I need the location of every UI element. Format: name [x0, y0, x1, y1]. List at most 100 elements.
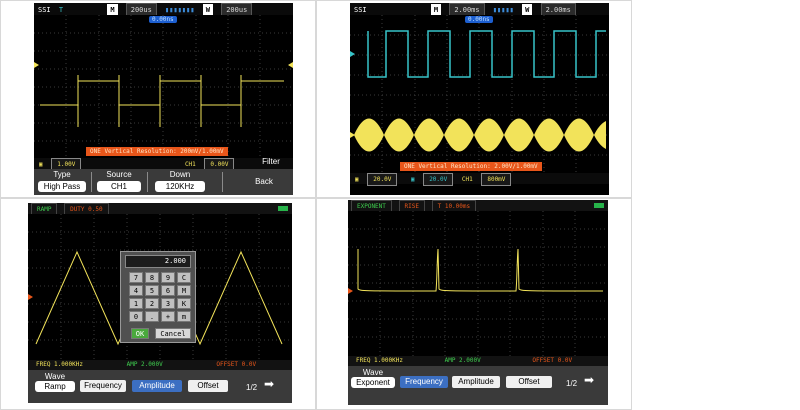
back-label: Back	[255, 177, 273, 186]
ch1-marker-icon[interactable]	[350, 132, 355, 138]
keypad-key[interactable]: 1	[129, 298, 143, 309]
back-softkey[interactable]: Back	[239, 177, 289, 186]
trigger-position-indicator: 0.00ns	[465, 16, 493, 23]
trigger-position-indicator: 0.00ns	[149, 16, 177, 23]
keypad-key[interactable]: 6	[161, 285, 175, 296]
wave-value: Ramp	[35, 381, 75, 392]
down-cutoff-softkey[interactable]: Down 120KHz	[150, 170, 210, 192]
wave-softkey[interactable]: Wave Exponent	[350, 368, 396, 388]
exponent-rise-trace	[357, 248, 604, 292]
keypad-key[interactable]: +	[161, 311, 175, 322]
keypad-key[interactable]: 7	[129, 272, 143, 283]
keypad-key[interactable]: K	[177, 298, 191, 309]
amplitude-readout: AMP 2.000V	[444, 357, 481, 364]
waveform-screen: 0.00ns ONE Vertical Resolution: 2.00V/1.…	[350, 15, 609, 173]
waveform-canvas	[348, 211, 608, 356]
type-label: Type	[53, 170, 71, 179]
keypad-ok-button[interactable]: OK	[131, 328, 149, 339]
channel-1-badge: ▣	[355, 176, 359, 183]
generator-softkey-menu: Wave Exponent Frequency Amplitude Offset…	[348, 366, 608, 405]
keypad-key[interactable]: 9	[161, 272, 175, 283]
filter-menu-title: Filter	[249, 157, 293, 166]
trigger-level-marker-icon[interactable]	[288, 62, 293, 68]
menu-divider	[147, 172, 148, 192]
page-indicator: 1/2	[246, 383, 258, 392]
vertical-resolution-notice: ONE Vertical Resolution: 2.00V/1.00mV	[400, 162, 542, 171]
output-marker-icon	[28, 294, 33, 300]
wave-value: Exponent	[351, 377, 395, 388]
oscilloscope-panel-filter: SSI T M 200us ▮▮▮▮▮▮▮ W 200us 0.00ns ONE…	[34, 3, 293, 195]
keypad-key[interactable]: M	[177, 285, 191, 296]
wave-label: Wave	[362, 368, 384, 377]
offset-readout: OFFSET 0.0V	[216, 361, 257, 368]
channel-1-scale: 20.0V	[367, 173, 398, 186]
channel-2-badge: ▣	[410, 176, 415, 183]
keypad-key[interactable]: 0	[129, 311, 143, 322]
next-page-arrow-icon[interactable]: ➡	[584, 373, 594, 387]
offset-readout: OFFSET 0.0V	[532, 357, 573, 364]
type-softkey[interactable]: Type High Pass	[36, 170, 88, 192]
top-status-bar: SSI T M 200us ▮▮▮▮▮▮▮ W 200us	[34, 3, 293, 17]
top-status-bar: SSI M 2.00ms ▮▮▮▮▮ W 2.00ms	[350, 3, 609, 17]
page-indicator: 1/2	[566, 379, 578, 388]
source-softkey[interactable]: Source CH1	[94, 170, 144, 192]
trigger-source-label: CH1	[461, 176, 473, 183]
source-label: Source	[106, 170, 132, 179]
keypad-key[interactable]: 2	[145, 298, 159, 309]
amplitude-softkey[interactable]: Amplitude	[132, 380, 182, 392]
offset-softkey[interactable]: Offset	[506, 376, 552, 388]
frequency-softkey[interactable]: Frequency	[400, 376, 448, 388]
keypad-key[interactable]: 3	[161, 298, 175, 309]
ch1-edge-spikes	[77, 75, 242, 127]
filter-title-label: Filter	[262, 157, 280, 166]
amplitude-softkey[interactable]: Amplitude	[452, 376, 500, 388]
filter-softkey-menu: Type High Pass Source CH1 Down 120KHz Fi…	[34, 157, 293, 195]
grid	[348, 211, 608, 356]
keypad-key[interactable]: m	[177, 311, 191, 322]
numeric-keypad-dialog: 2.000 OK Cancel 7 8 9 C 4 5 6 M 1 2 3 K 0. + m	[120, 251, 196, 343]
frequency-readout: FREQ 1.000KHz	[36, 361, 83, 368]
keypad-key[interactable]: 8	[145, 272, 159, 283]
keypad-key[interactable]: .	[145, 311, 159, 322]
waveform-screen: 0.00ns ONE Vertical Resolution: 200mV/1.…	[34, 15, 293, 158]
trigger-level-value: 800mV	[481, 173, 512, 186]
frequency-readout: FREQ 1.000KHz	[356, 357, 403, 364]
parameter-bar: FREQ 1.000KHz AMP 2.000V OFFSET 0.0V	[28, 360, 292, 370]
next-page-arrow-icon[interactable]: ➡	[264, 377, 274, 391]
generator-panel-exponent: EXPONENT RISE T 10.00ms FREQ 1.000KHz AM…	[348, 200, 608, 405]
down-value: 120KHz	[155, 181, 205, 192]
waveform-canvas	[34, 15, 293, 158]
type-value: High Pass	[38, 181, 86, 192]
ch2-marker-icon[interactable]	[350, 51, 355, 57]
ch1-am-modulated-trace	[354, 118, 606, 152]
keypad-key[interactable]: 4	[129, 285, 143, 296]
wave-label: Wave	[44, 372, 66, 381]
generator-softkey-menu: Wave Ramp Frequency Amplitude Offset 1/2…	[28, 370, 292, 403]
keypad-key[interactable]: C	[177, 272, 191, 283]
keypad-cancel-button[interactable]: Cancel	[155, 328, 191, 339]
vertical-resolution-notice: ONE Vertical Resolution: 200mV/1.00mV	[86, 147, 228, 156]
channel-2-scale: 20.0V	[423, 173, 454, 186]
oscilloscope-panel-dual-channel: SSI M 2.00ms ▮▮▮▮▮ W 2.00ms 0.00ns ONE V…	[350, 3, 609, 195]
channel-status-bar: ▣ 20.0V ▣ 20.0V CH1 800mV	[350, 173, 609, 186]
wave-softkey[interactable]: Wave Ramp	[32, 372, 78, 392]
ch1-square-wave-trace	[40, 80, 284, 106]
menu-divider	[91, 172, 92, 192]
amplitude-readout: AMP 2.000V	[126, 361, 163, 368]
frequency-softkey[interactable]: Frequency	[80, 380, 126, 392]
offset-softkey[interactable]: Offset	[188, 380, 228, 392]
output-marker-icon	[348, 288, 353, 294]
keypad-key[interactable]: 5	[145, 285, 159, 296]
waveform-canvas	[350, 15, 609, 173]
menu-divider	[222, 172, 223, 192]
down-label: Down	[169, 170, 191, 179]
wave-status-bar: RAMP DUTY 0.50	[28, 203, 292, 216]
battery-icon	[278, 206, 288, 211]
parameter-bar: FREQ 1.000KHz AMP 2.000V OFFSET 0.0V	[348, 356, 608, 366]
keypad-entry-display[interactable]: 2.000	[125, 255, 191, 268]
ch1-marker-icon[interactable]	[34, 62, 39, 68]
ch2-square-wave-trace	[367, 30, 606, 78]
wave-status-bar: EXPONENT RISE T 10.00ms	[348, 200, 608, 213]
battery-icon	[594, 203, 604, 208]
grid	[350, 15, 609, 173]
